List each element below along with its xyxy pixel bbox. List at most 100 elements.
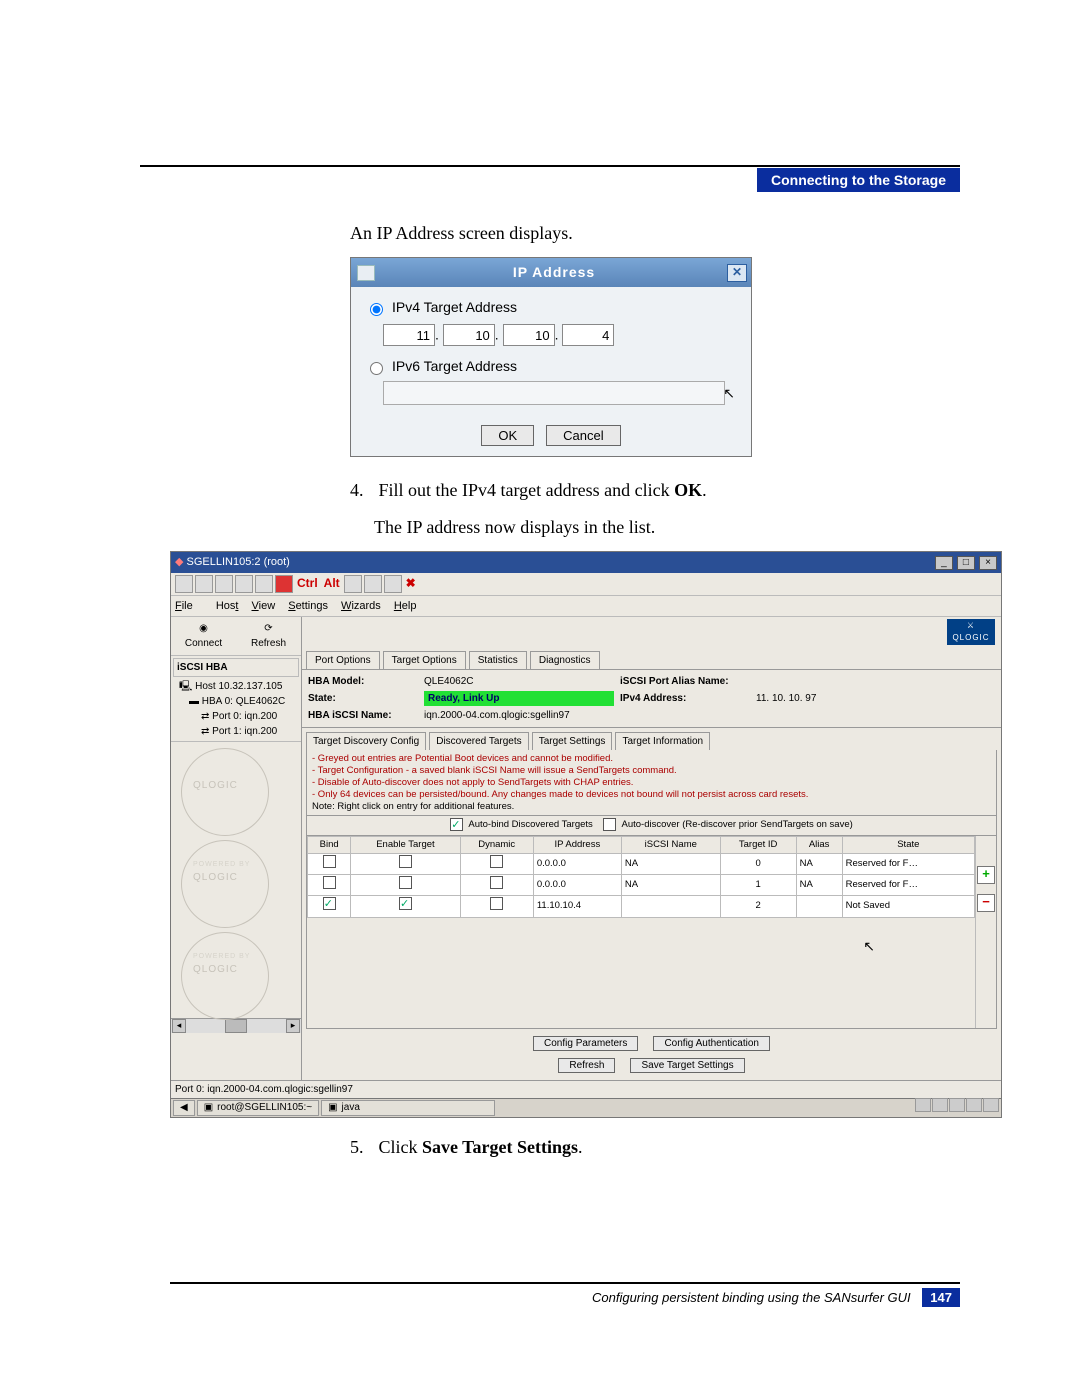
cell-alias: NA bbox=[796, 875, 842, 896]
toolbar-icon[interactable] bbox=[255, 575, 273, 593]
dynamic-checkbox[interactable] bbox=[490, 855, 503, 868]
tree-host[interactable]: 🖳 Host 10.32.137.105 bbox=[173, 679, 299, 694]
cell-alias bbox=[796, 896, 842, 917]
menu-help[interactable]: Help bbox=[394, 600, 417, 612]
ipv4-octet-1[interactable] bbox=[383, 324, 435, 346]
toolbar-icon[interactable] bbox=[215, 575, 233, 593]
cell-alias: NA bbox=[796, 853, 842, 874]
auto-bind-checkbox[interactable] bbox=[450, 818, 463, 831]
ok-button[interactable]: OK bbox=[481, 425, 534, 446]
tab-discovery-config[interactable]: Target Discovery Config bbox=[306, 732, 426, 750]
cursor-icon: ↖ bbox=[863, 936, 875, 957]
bind-checkbox[interactable] bbox=[323, 876, 336, 889]
status-bar: Port 0: iqn.2000-04.com.qlogic:sgellin97 bbox=[171, 1080, 1001, 1098]
menu-host[interactable]: Host bbox=[216, 600, 239, 612]
cell-tid: 1 bbox=[720, 875, 796, 896]
add-target-button[interactable]: + bbox=[977, 866, 995, 884]
dynamic-checkbox[interactable] bbox=[490, 897, 503, 910]
refresh-button[interactable]: ⟳Refresh bbox=[236, 617, 301, 655]
targets-table: Bind Enable Target Dynamic IP Address iS… bbox=[307, 836, 975, 1028]
minimize-icon[interactable]: _ bbox=[935, 556, 953, 570]
save-target-settings-button[interactable]: Save Target Settings bbox=[630, 1058, 744, 1073]
scroll-thumb[interactable] bbox=[225, 1019, 247, 1033]
table-row[interactable]: 11.10.10.42Not Saved bbox=[308, 896, 975, 917]
config-authentication-button[interactable]: Config Authentication bbox=[653, 1036, 770, 1051]
menu-view[interactable]: View bbox=[252, 600, 276, 612]
toolbar-icon[interactable] bbox=[275, 575, 293, 593]
close-icon[interactable]: ✕ bbox=[727, 264, 747, 282]
ipv6-input[interactable] bbox=[383, 381, 725, 405]
toolbar-icon[interactable] bbox=[235, 575, 253, 593]
col-name[interactable]: iSCSI Name bbox=[621, 836, 720, 853]
col-bind[interactable]: Bind bbox=[308, 836, 351, 853]
toolbar-icon[interactable] bbox=[344, 575, 362, 593]
col-enable[interactable]: Enable Target bbox=[351, 836, 460, 853]
scroll-right-icon[interactable]: ▸ bbox=[286, 1019, 300, 1033]
step-4-text: Fill out the IPv4 target address and cli… bbox=[379, 480, 707, 500]
close-window-icon[interactable]: × bbox=[979, 556, 997, 570]
tree-port0[interactable]: ⇄ Port 0: iqn.200 bbox=[173, 709, 299, 724]
toolbar-icon[interactable] bbox=[364, 575, 382, 593]
ipv4-octet-4[interactable] bbox=[562, 324, 614, 346]
remove-target-button[interactable]: − bbox=[977, 894, 995, 912]
dynamic-checkbox[interactable] bbox=[490, 876, 503, 889]
col-ip[interactable]: IP Address bbox=[533, 836, 621, 853]
task-item[interactable]: ▣ java bbox=[321, 1100, 495, 1116]
step-5-number: 5. bbox=[350, 1134, 374, 1161]
ipv6-radio-row[interactable]: IPv6 Target Address bbox=[365, 356, 517, 377]
config-parameters-button[interactable]: Config Parameters bbox=[533, 1036, 638, 1051]
ipv4-radio-row[interactable]: IPv4 Target Address bbox=[365, 297, 517, 318]
tree-port1[interactable]: ⇄ Port 1: iqn.200 bbox=[173, 724, 299, 739]
tab-target-settings[interactable]: Target Settings bbox=[532, 732, 613, 750]
toolbar-icon[interactable] bbox=[195, 575, 213, 593]
col-dynamic[interactable]: Dynamic bbox=[460, 836, 533, 853]
scroll-left-icon[interactable]: ◂ bbox=[172, 1019, 186, 1033]
cancel-button[interactable]: Cancel bbox=[546, 425, 620, 446]
tab-target-options[interactable]: Target Options bbox=[383, 651, 466, 669]
watermark: QLOGIC bbox=[171, 742, 301, 834]
system-tray bbox=[914, 1098, 999, 1117]
maximize-icon[interactable]: □ bbox=[957, 556, 975, 570]
cell-ip: 11.10.10.4 bbox=[533, 896, 621, 917]
tab-port-options[interactable]: Port Options bbox=[306, 651, 380, 669]
table-row[interactable]: 0.0.0.0NA1NAReserved for F… bbox=[308, 875, 975, 896]
auto-discover-label: Auto-discover (Re-discover prior SendTar… bbox=[622, 819, 853, 830]
toolbar: Ctrl Alt ✖ bbox=[171, 573, 1001, 596]
ipv4-radio[interactable] bbox=[370, 303, 383, 316]
tree-hscroll[interactable]: ◂ ▸ bbox=[171, 1018, 301, 1033]
toolbar-icon[interactable] bbox=[175, 575, 193, 593]
toolbar-text[interactable]: Alt bbox=[322, 576, 342, 592]
tree-hba[interactable]: ▬ HBA 0: QLE4062C bbox=[173, 694, 299, 709]
col-state[interactable]: State bbox=[842, 836, 974, 853]
enable-checkbox[interactable] bbox=[399, 876, 412, 889]
toolbar-close-icon[interactable]: ✖ bbox=[404, 576, 418, 592]
tab-diagnostics[interactable]: Diagnostics bbox=[530, 651, 600, 669]
tab-discovered-targets[interactable]: Discovered Targets bbox=[429, 732, 528, 750]
toolbar-text[interactable]: Ctrl bbox=[295, 576, 320, 592]
ipv4-octet-3[interactable] bbox=[503, 324, 555, 346]
intro-text: An IP Address screen displays. bbox=[350, 220, 960, 247]
tab-statistics[interactable]: Statistics bbox=[469, 651, 527, 669]
connect-button[interactable]: ◉Connect bbox=[171, 617, 236, 655]
ipv4-octet-2[interactable] bbox=[443, 324, 495, 346]
col-alias[interactable]: Alias bbox=[796, 836, 842, 853]
table-row[interactable]: 0.0.0.0NA0NAReserved for F… bbox=[308, 853, 975, 874]
sub-tabs: Target Discovery Config Discovered Targe… bbox=[302, 728, 1001, 750]
enable-checkbox[interactable] bbox=[399, 897, 412, 910]
bind-checkbox[interactable] bbox=[323, 855, 336, 868]
menu-wizards[interactable]: Wizards bbox=[341, 600, 381, 612]
toolbar-icon[interactable] bbox=[384, 575, 402, 593]
enable-checkbox[interactable] bbox=[399, 855, 412, 868]
ipv6-radio[interactable] bbox=[370, 362, 383, 375]
section-header: Connecting to the Storage bbox=[757, 168, 960, 192]
start-button[interactable]: ◀ bbox=[173, 1100, 195, 1116]
task-item[interactable]: ▣ root@SGELLIN105:~ bbox=[197, 1100, 319, 1116]
menu-settings[interactable]: Settings bbox=[288, 600, 328, 612]
bind-checkbox[interactable] bbox=[323, 897, 336, 910]
col-tid[interactable]: Target ID bbox=[720, 836, 796, 853]
dialog-titlebar[interactable]: IP Address ✕ bbox=[351, 258, 751, 287]
tab-target-information[interactable]: Target Information bbox=[615, 732, 710, 750]
auto-discover-checkbox[interactable] bbox=[603, 818, 616, 831]
menu-file[interactable]: File bbox=[175, 600, 203, 612]
refresh-targets-button[interactable]: Refresh bbox=[558, 1058, 615, 1073]
